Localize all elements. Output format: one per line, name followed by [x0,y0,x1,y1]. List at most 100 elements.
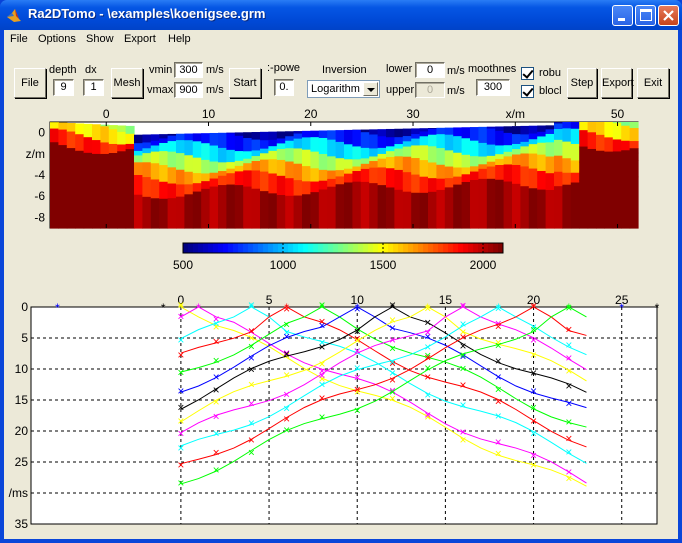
model-cell [218,171,227,177]
model-cell [159,181,169,200]
x-tick-label: 15 [439,293,453,307]
model-cell [302,166,311,182]
model-cell [117,144,127,152]
model-cell [621,140,631,151]
colorbar-cell [488,243,494,253]
y-tick-label: 20 [15,424,29,438]
model-cell [570,172,580,184]
model-cell [512,154,521,166]
observed-point: × [213,395,220,409]
colorbar-cell [273,243,279,253]
model-cell [495,126,505,132]
model-cell [604,174,614,229]
model-cell [394,148,404,157]
model-cell [570,122,580,130]
model-cell [150,151,160,164]
model-cell [209,186,219,229]
model-cell [386,137,395,147]
model-cell [302,130,311,138]
observed-point: × [177,427,184,441]
observed-point: × [177,310,184,324]
model-cell [486,155,496,163]
model-cell [453,127,463,137]
model-cell [503,132,513,146]
model-cell [528,168,538,189]
model-cell [310,151,320,169]
model-cell [612,162,622,175]
observed-point: × [283,302,290,316]
model-cell [293,163,303,181]
model-cell [201,181,211,190]
velocity-model-plot[interactable]: 0 10 20 30 x/m 50 0 z/m -4 -6 -8 [26,107,639,229]
colorbar-cell [338,243,344,253]
observed-point: × [177,384,184,398]
model-cell [461,154,471,169]
model-cell [402,191,412,229]
shot-marker: * [619,301,624,315]
model-cell [260,171,269,192]
model-cell [629,141,639,149]
model-cell [402,172,412,193]
model-cell [234,135,244,152]
shot-marker: * [161,301,166,315]
colorbar-cell [193,243,199,253]
observed-point: × [177,441,184,455]
observed-point: × [213,446,220,460]
model-cell [352,166,362,172]
model-cell [159,198,169,229]
observed-point: × [213,370,220,384]
model-cell [108,157,118,165]
model-cell [596,122,605,136]
model-cell [125,164,135,184]
model-cell [117,125,127,133]
model-cell [285,148,295,163]
y-tick-label: -4 [34,168,45,182]
model-cell [444,178,454,188]
model-cell [621,155,631,162]
colorbar-cell [208,243,214,253]
model-cell [108,129,118,145]
model-cell [159,138,169,144]
model-cell [184,194,194,229]
observed-point: × [565,351,572,365]
observed-point: × [495,301,502,315]
model-cell [251,139,261,152]
model-cell [251,161,261,172]
colorbar-cell [258,243,264,253]
model-cell [394,189,404,229]
observed-point: × [530,323,537,337]
colorbar-cell [298,243,304,253]
model-cell [66,180,76,229]
model-cell [562,184,572,229]
model-cell [150,198,160,229]
model-cell [503,181,513,229]
model-cell [276,138,286,145]
model-cell [243,151,253,160]
model-cell [209,172,219,180]
model-cell [596,150,605,163]
model-cell [419,176,429,194]
model-cell [50,128,59,143]
colorbar-cell [263,243,269,253]
model-cell [58,129,68,146]
model-cell [621,174,631,229]
model-cell [159,165,169,183]
colorbar-cell [333,243,339,253]
model-cell [66,131,76,149]
model-cell [478,126,488,144]
model-cell [545,133,555,143]
observed-point: × [424,302,431,316]
colorbar-cell [458,243,464,253]
model-cell [327,178,337,188]
model-cell [92,161,101,168]
model-cell [428,134,437,147]
model-cell [318,180,328,191]
model-cell [226,184,236,229]
model-cell [92,153,101,163]
model-cell [570,160,580,174]
traveltime-plot[interactable]: 0 5 10 15 20 250510152025/ms35* * *×××××× ××××××… [9,293,660,531]
model-cell [167,141,177,153]
model-cell [108,178,118,229]
model-cell [428,191,437,229]
model-cell [629,128,639,142]
